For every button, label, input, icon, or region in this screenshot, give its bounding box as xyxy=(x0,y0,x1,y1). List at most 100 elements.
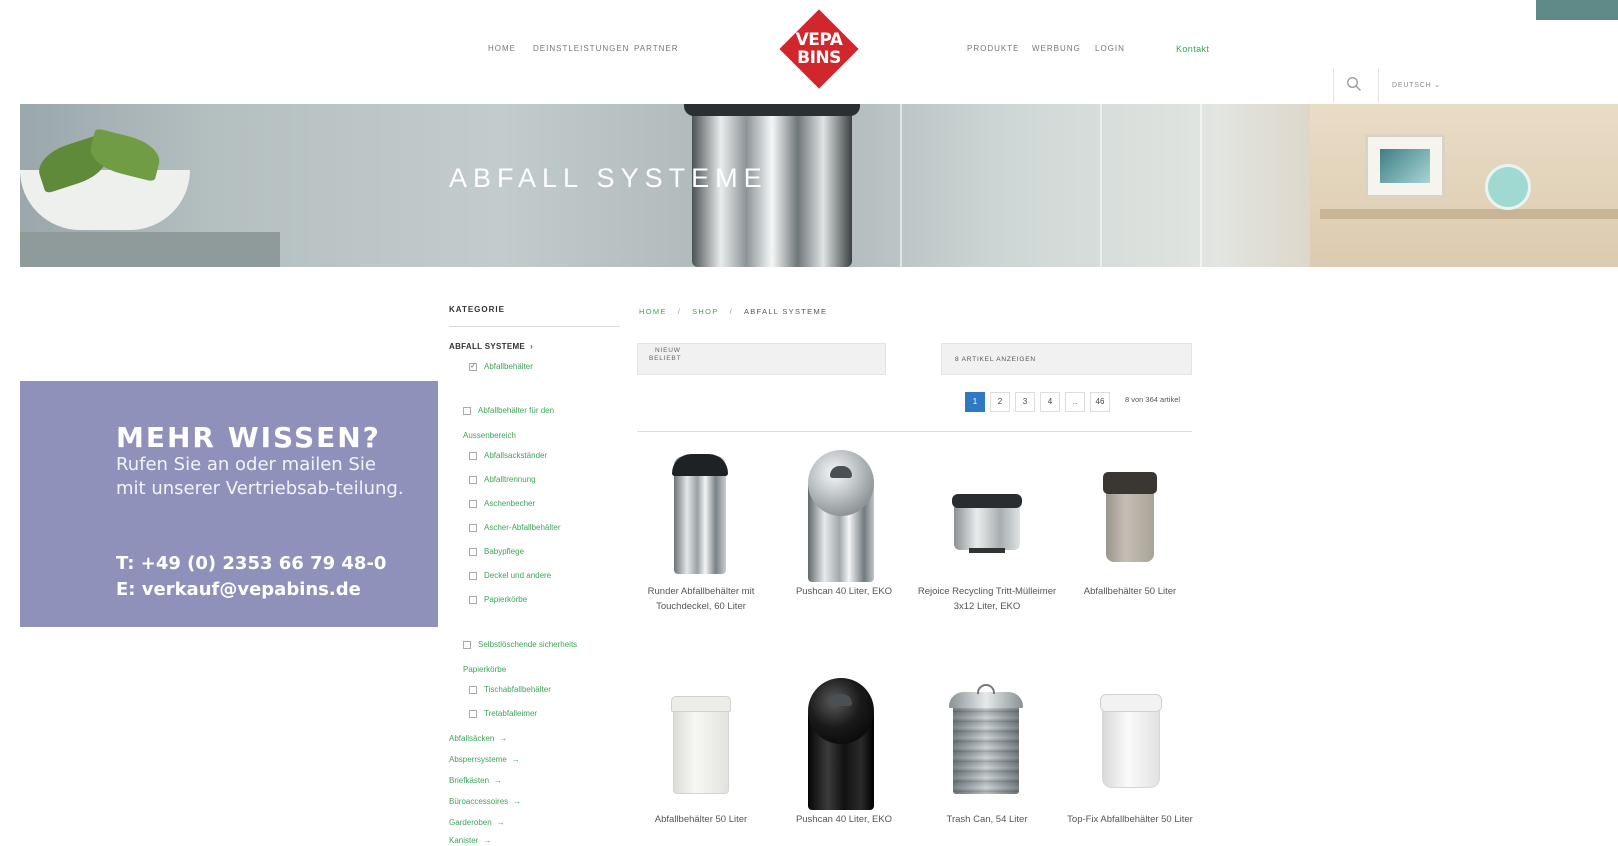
per-page-select[interactable]: 8 ARTIKEL ANZEIGEN xyxy=(941,343,1192,375)
product-name[interactable]: Trash Can, 54 Liter xyxy=(917,812,1057,827)
header-divider xyxy=(1333,68,1334,102)
page-button-1[interactable]: 1 xyxy=(965,392,985,412)
search-icon[interactable] xyxy=(1346,76,1362,92)
category-heading: KATEGORIE xyxy=(449,305,505,314)
arrow-right-icon: → xyxy=(513,797,522,806)
hero-title: ABFALL SYSTEME xyxy=(449,163,768,193)
product-name[interactable]: Pushcan 40 Liter, EKO xyxy=(774,812,914,827)
vepa-bins-logo[interactable]: VEPA BINS xyxy=(779,9,859,89)
arrow-right-icon: › xyxy=(530,342,534,351)
sort-select[interactable]: NIEUW BELIEBT xyxy=(637,343,886,375)
category-item-continued[interactable]: Aussenbereich xyxy=(463,431,516,440)
product-card[interactable]: Top-Fix Abfallbehälter 50 Liter xyxy=(1060,672,1200,827)
result-count: 8 von 364 artikel xyxy=(1125,395,1181,404)
checkbox-icon[interactable] xyxy=(469,595,477,604)
nav-werbung[interactable]: WERBUNG xyxy=(1032,44,1081,53)
product-name[interactable]: Abfallbehälter 50 Liter xyxy=(631,812,771,827)
hero-table-edge xyxy=(1320,209,1618,219)
info-email[interactable]: E: verkauf@vepabins.de xyxy=(116,577,386,603)
nav-home[interactable]: HOME xyxy=(488,44,516,53)
breadcrumb-shop[interactable]: SHOP xyxy=(692,307,718,316)
checkbox-icon[interactable] xyxy=(463,406,471,415)
category-item[interactable]: Abfalltrennung xyxy=(469,475,536,484)
nav-partner[interactable]: PARTNER xyxy=(634,44,679,53)
checkbox-icon[interactable] xyxy=(469,709,477,718)
product-card[interactable]: Pushcan 40 Liter, EKO xyxy=(774,672,914,827)
category-item[interactable]: Tretabfalleimer xyxy=(469,709,537,718)
product-card[interactable]: Abfallbehälter 50 Liter xyxy=(1060,444,1200,599)
page-button-last[interactable]: 46 xyxy=(1090,392,1110,412)
nav-login[interactable]: LOGIN xyxy=(1095,44,1125,53)
category-abfall-systeme[interactable]: ABFALL SYSTEME › xyxy=(449,342,533,351)
checkbox-icon[interactable] xyxy=(469,547,477,556)
checkbox-icon[interactable] xyxy=(469,499,477,508)
chrome-pushcan-icon[interactable] xyxy=(774,444,914,582)
page-button-3[interactable]: 3 xyxy=(1015,392,1035,412)
info-body: Rufen Sie an oder mailen Sie mit unserer… xyxy=(116,454,404,499)
category-item[interactable]: Abfallbehälter für den xyxy=(463,406,554,415)
category-item[interactable]: Deckel und andere xyxy=(469,571,551,580)
logo-text: VEPA BINS xyxy=(795,30,843,68)
header-divider xyxy=(1378,68,1379,102)
hero-table xyxy=(1310,104,1618,267)
category-item-continued[interactable]: Papierkörbe xyxy=(463,665,506,674)
category-item[interactable]: Selbstlöschende sicherheits xyxy=(463,640,577,649)
checkbox-checked-icon[interactable]: ✓ xyxy=(469,362,477,371)
checkbox-icon[interactable] xyxy=(463,640,471,649)
arrow-right-icon: → xyxy=(494,776,503,785)
hero-shelf xyxy=(20,232,280,267)
product-card[interactable]: Runder Abfallbehälter mit Touchdeckel, 6… xyxy=(631,444,771,614)
info-title: MEHR WISSEN? xyxy=(116,421,381,454)
category-briefkaesten[interactable]: Briefkästen → xyxy=(449,776,502,785)
product-card[interactable]: Abfallbehälter 50 Liter xyxy=(631,672,771,827)
category-bueroaccessoires[interactable]: Büroaccessoires → xyxy=(449,797,521,806)
category-item[interactable]: Tischabfallbehälter xyxy=(469,685,551,694)
checkbox-icon[interactable] xyxy=(469,571,477,580)
product-card[interactable]: Rejoice Recycling Tritt-Mülleimer 3x12 L… xyxy=(917,444,1057,614)
nav-kontakt[interactable]: Kontakt xyxy=(1176,44,1209,54)
recycling-pedal-bin-icon[interactable] xyxy=(917,444,1057,582)
contact-info-box: MEHR WISSEN? Rufen Sie an oder mailen Si… xyxy=(20,381,438,627)
product-name[interactable]: Runder Abfallbehälter mit Touchdeckel, 6… xyxy=(631,584,771,614)
checkbox-icon[interactable] xyxy=(469,685,477,694)
stainless-bin-black-lid-icon[interactable] xyxy=(631,444,771,582)
category-item[interactable]: Papierkörbe xyxy=(469,595,527,604)
nav-dienstleistungen[interactable]: DEINSTLEISTUNGEN xyxy=(533,44,629,53)
category-garderoben[interactable]: Garderoben → xyxy=(449,818,505,827)
category-abfallsaecken[interactable]: Abfallsäcken → xyxy=(449,734,507,743)
black-pushcan-icon[interactable] xyxy=(774,672,914,810)
taupe-swing-bin-icon[interactable] xyxy=(1060,444,1200,582)
page-button-4[interactable]: 4 xyxy=(1040,392,1060,412)
product-name[interactable]: Top-Fix Abfallbehälter 50 Liter xyxy=(1060,812,1200,827)
corner-accent xyxy=(1536,0,1618,20)
category-item[interactable]: Aschenbecher xyxy=(469,499,535,508)
product-card[interactable]: Pushcan 40 Liter, EKO xyxy=(774,444,914,599)
category-item[interactable]: Abfallsackständer xyxy=(469,451,547,460)
hero-banner xyxy=(20,104,1618,267)
page-button-2[interactable]: 2 xyxy=(990,392,1010,412)
white-swing-bin-icon[interactable] xyxy=(631,672,771,810)
hero-door-line xyxy=(1100,104,1102,267)
category-item[interactable]: Babypflege xyxy=(469,547,524,556)
product-card[interactable]: Trash Can, 54 Liter xyxy=(917,672,1057,827)
page-ellipsis: .. xyxy=(1065,392,1085,412)
breadcrumb-home[interactable]: HOME xyxy=(639,307,667,316)
category-item[interactable]: Ascher-Abfallbehälter xyxy=(469,523,560,532)
arrow-right-icon: → xyxy=(499,734,508,743)
product-name[interactable]: Pushcan 40 Liter, EKO xyxy=(774,584,914,599)
info-phone[interactable]: T: +49 (0) 2353 66 79 48-0 xyxy=(116,551,386,577)
checkbox-icon[interactable] xyxy=(469,475,477,484)
galvanized-trash-can-icon[interactable] xyxy=(917,672,1057,810)
hero-door-line xyxy=(900,104,902,267)
info-contact: T: +49 (0) 2353 66 79 48-0 E: verkauf@ve… xyxy=(116,551,386,603)
language-select[interactable]: DEUTSCH ⌄ xyxy=(1392,81,1441,89)
product-name[interactable]: Abfallbehälter 50 Liter xyxy=(1060,584,1200,599)
white-topfix-bin-icon[interactable] xyxy=(1060,672,1200,810)
nav-produkte[interactable]: PRODUKTE xyxy=(967,44,1019,53)
category-absperrsysteme[interactable]: Absperrsysteme → xyxy=(449,755,520,764)
checkbox-icon[interactable] xyxy=(469,523,477,532)
category-item[interactable]: ✓ Abfallbehälter xyxy=(469,362,533,371)
category-kanister[interactable]: Kanister → xyxy=(449,836,491,845)
product-name[interactable]: Rejoice Recycling Tritt-Mülleimer 3x12 L… xyxy=(917,584,1057,614)
checkbox-icon[interactable] xyxy=(469,451,477,460)
